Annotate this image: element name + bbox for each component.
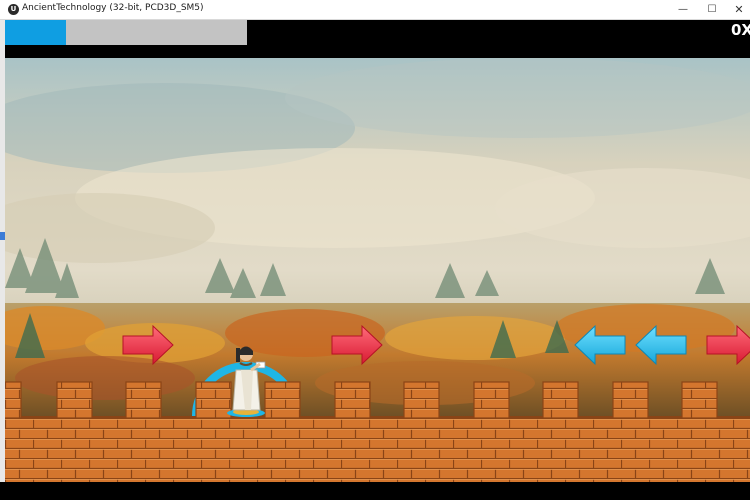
progress-bar [5,20,247,45]
unreal-logo-icon: U [8,4,19,15]
progress-bar-fill [5,20,66,45]
maximize-button[interactable]: ☐ [697,0,727,20]
close-button[interactable]: ✕ [724,0,750,20]
hud-bar: 0X [5,20,750,58]
score-counter: 0X [730,21,750,39]
scene-canvas [5,58,750,482]
window-title: AncientTechnology (32-bit, PCD3D_SM5) [22,3,204,13]
bottom-letterbox [0,482,750,500]
game-viewport[interactable]: 0X [5,20,750,482]
title-bar: U AncientTechnology (32-bit, PCD3D_SM5) … [0,0,750,20]
brick-wall [5,417,750,482]
minimize-button[interactable]: — [668,0,698,20]
game-scene[interactable] [5,58,750,482]
